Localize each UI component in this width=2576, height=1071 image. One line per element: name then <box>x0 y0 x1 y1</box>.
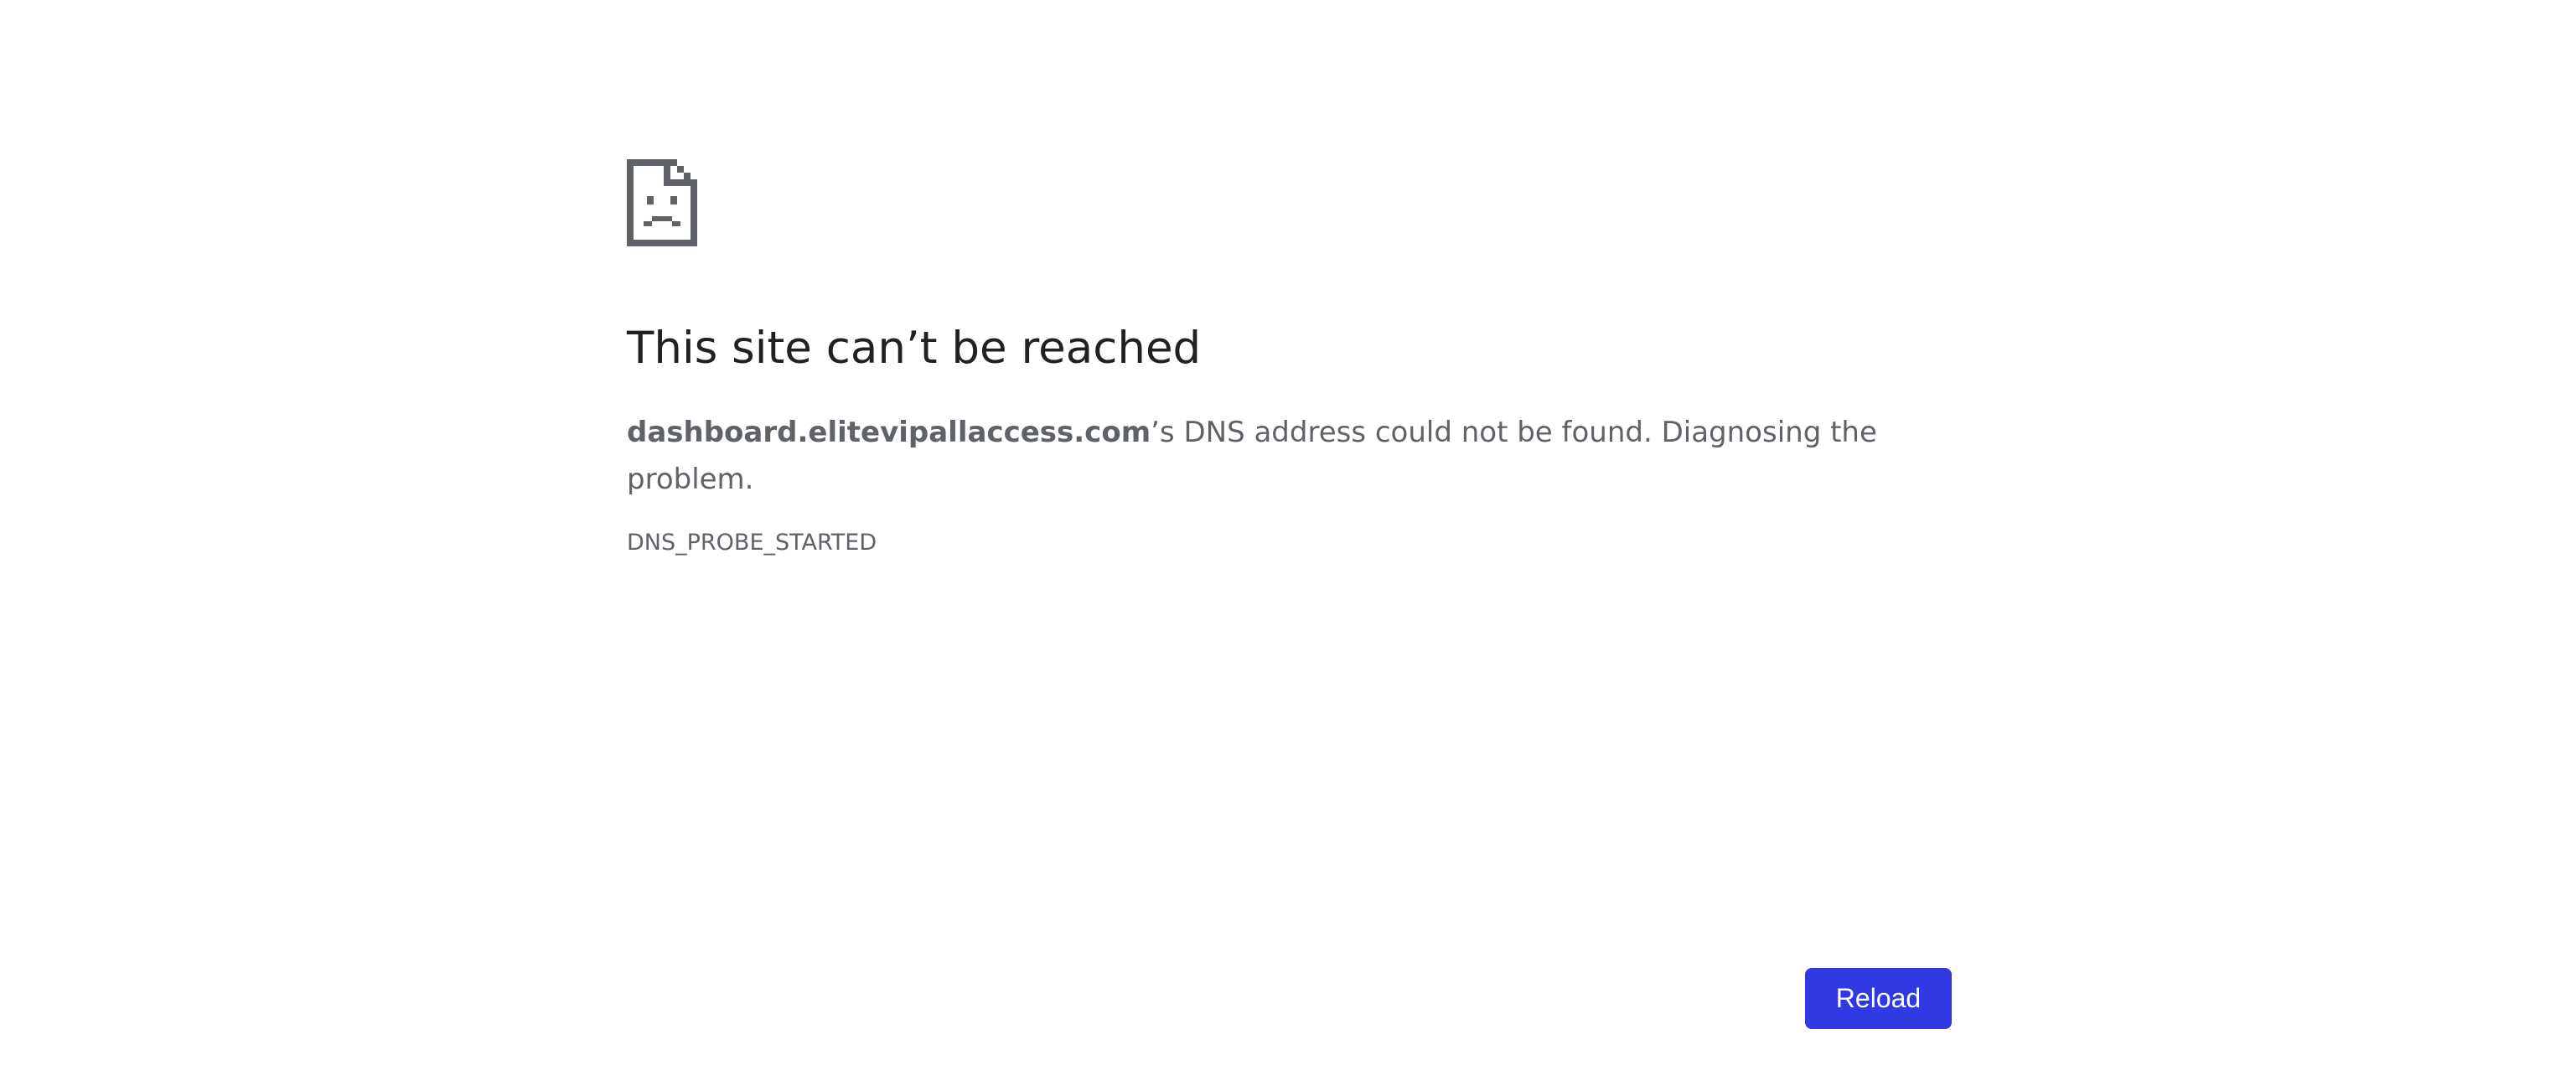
error-host: dashboard.elitevipallaccess.com <box>627 416 1151 449</box>
error-code: DNS_PROBE_STARTED <box>627 530 877 556</box>
error-page: This site can’t be reached dashboard.eli… <box>0 0 2576 1071</box>
error-message: dashboard.elitevipallaccess.com’s DNS ad… <box>627 409 1884 503</box>
reload-button[interactable]: Reload <box>1805 968 1952 1029</box>
page-title: This site can’t be reached <box>627 323 1202 374</box>
sad-document-icon <box>627 159 697 246</box>
